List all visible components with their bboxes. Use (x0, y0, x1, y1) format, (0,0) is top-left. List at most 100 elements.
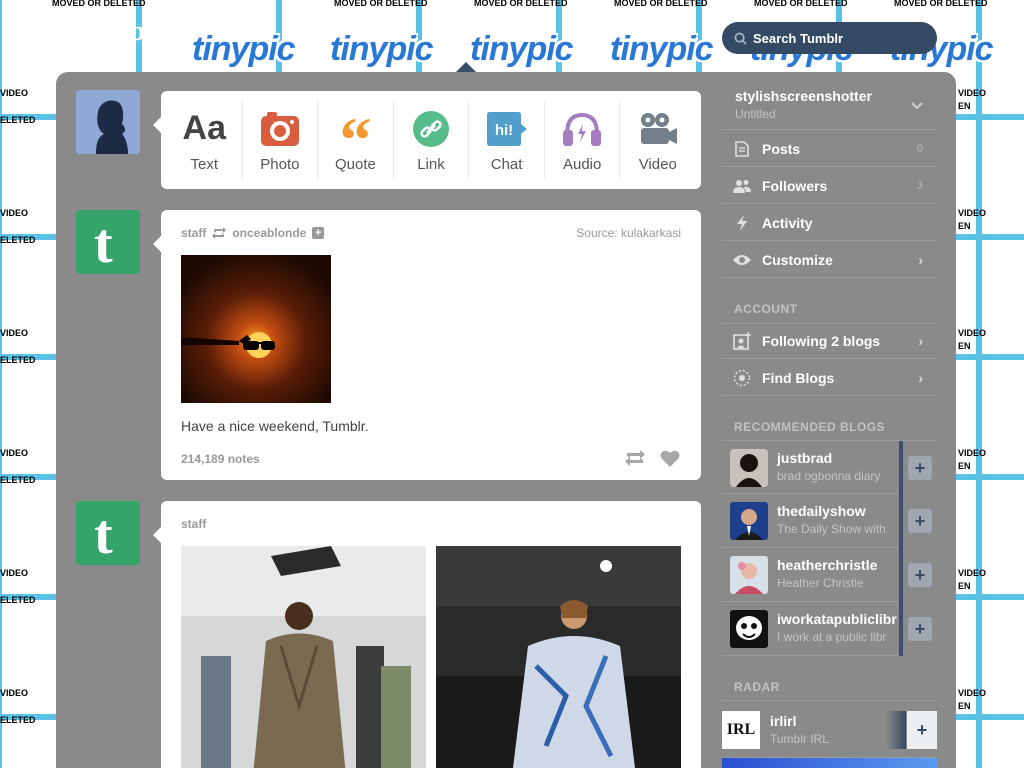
tile-text: VIDEO (0, 688, 29, 698)
svg-text:hi!: hi! (494, 122, 512, 139)
reblog-source-link[interactable]: onceablonde (232, 226, 306, 240)
post-type-quote-button[interactable]: “ Quote (318, 101, 394, 179)
follow-button[interactable]: + (899, 548, 937, 602)
radar-blog[interactable]: IRL irlirl Tumblr IRL + (722, 700, 937, 758)
follow-button[interactable]: + (907, 711, 937, 749)
tile-text: VIDEO (0, 568, 29, 578)
reblog-button[interactable] (624, 449, 646, 467)
card-pointer (153, 117, 161, 133)
tile-text: ELETED (0, 475, 36, 485)
tile-text: VIDEO (0, 328, 29, 338)
video-camera-icon (639, 108, 677, 150)
follow-button[interactable]: + (899, 602, 937, 656)
source-link[interactable]: kulakarkasi (621, 226, 681, 240)
follow-button[interactable]: + (899, 441, 937, 495)
quote-icon: “ (339, 103, 372, 175)
tile-text: MOVED OR DELETED (754, 0, 848, 8)
post-type-label: Quote (335, 155, 376, 173)
tile-text: ELETED (0, 355, 36, 365)
sidebar-item-followers[interactable]: Followers 3 (722, 168, 937, 204)
followers-count: 3 (916, 179, 923, 192)
blog-avatar (730, 502, 768, 540)
post-header: staff onceablonde + (181, 226, 325, 240)
recommended-blog[interactable]: heatherchristle Heather Christle + (722, 548, 937, 602)
blog-name: stylishscreenshotter (735, 88, 872, 104)
post-source[interactable]: Source: kulakarkasi (576, 226, 681, 240)
like-heart-icon[interactable] (660, 449, 680, 467)
sidebar-item-label: Activity (762, 214, 813, 231)
follow-button[interactable]: + (899, 494, 937, 548)
fade-gradient (886, 711, 906, 749)
card-pointer (153, 236, 161, 252)
blog-title: The Daily Show with (777, 522, 886, 536)
recommended-blog[interactable]: thedailyshow The Daily Show with + (722, 494, 937, 548)
tile-text: ELETED (0, 235, 36, 245)
post-card: staff onceablonde + Source: kulakarkasi … (153, 210, 701, 480)
blog-title: Untitled (735, 107, 776, 121)
sidebar-item-label: Customize (762, 251, 833, 268)
recommended-blog[interactable]: iworkatapubliclibr I work at a public li… (722, 602, 937, 656)
notes-count[interactable]: 214,189 notes (181, 452, 260, 466)
radar-blog-logo: IRL (722, 711, 760, 749)
chevron-right-icon: › (918, 369, 923, 386)
blog-name: justbrad (777, 450, 833, 466)
user-avatar[interactable] (76, 90, 140, 154)
sidebar-item-find-blogs[interactable]: Find Blogs › (722, 360, 937, 396)
blog-title: brad ogbonna diary (777, 469, 881, 483)
blog-title: Tumblr IRL (770, 732, 829, 746)
plus-icon: + (908, 563, 932, 587)
post-type-audio-button[interactable]: Audio (545, 101, 621, 179)
tile-text: ELETED (0, 715, 36, 725)
staff-avatar[interactable]: t (76, 210, 140, 274)
search-icon (734, 31, 747, 45)
tile-text: MOVED OR DELETED (52, 0, 146, 8)
post-author-link[interactable]: staff (181, 517, 206, 531)
post-type-link-button[interactable]: Link (394, 101, 470, 179)
sidebar-item-label: Find Blogs (762, 369, 835, 386)
header-caret (456, 62, 476, 72)
post-type-photo-button[interactable]: Photo (243, 101, 319, 179)
tile-text: VIDEO (0, 208, 29, 218)
post-photo[interactable] (181, 255, 331, 403)
follow-plus-icon[interactable]: + (312, 227, 325, 239)
post-type-chat-button[interactable]: hi! Chat (469, 101, 545, 179)
blog-name: irlirl (770, 713, 797, 729)
tumblr-logo[interactable]: tumblr. (78, 16, 173, 48)
people-icon (732, 179, 752, 193)
tumblr-t-icon: t (94, 504, 113, 565)
tinypic-logo: tinypic (470, 30, 574, 68)
radar-image[interactable] (722, 758, 937, 768)
sidebar-item-posts[interactable]: Posts 0 (722, 131, 937, 167)
chat-icon: hi! (486, 108, 527, 150)
sidebar-item-following[interactable]: Following 2 blogs › (722, 323, 937, 359)
plus-icon: + (908, 509, 932, 533)
posts-count: 0 (916, 142, 923, 155)
tile-text: MOVED OR DELETED (614, 0, 708, 8)
tile-text: VIDEO (958, 568, 987, 578)
post-photo[interactable] (436, 546, 681, 768)
tinypic-logo: tinypic (610, 30, 714, 68)
tile-text: EN (958, 101, 971, 111)
blog-name: heatherchristle (777, 557, 878, 573)
recommended-blog[interactable]: justbrad brad ogbonna diary + (722, 440, 937, 495)
post-type-video-button[interactable]: Video (620, 101, 695, 179)
tile-text: VIDEO (958, 328, 987, 338)
post-type-text-button[interactable]: Aa Text (167, 101, 243, 179)
sidebar-item-customize[interactable]: Customize › (722, 242, 937, 278)
post-photo[interactable] (181, 546, 426, 768)
post-author-link[interactable]: staff (181, 226, 206, 240)
tile-text: EN (958, 341, 971, 351)
blog-switcher[interactable]: stylishscreenshotter Untitled (722, 86, 937, 130)
sidebar-item-activity[interactable]: Activity (722, 205, 937, 241)
search-input[interactable] (753, 30, 923, 46)
plus-icon: + (908, 456, 932, 480)
staff-avatar[interactable]: t (76, 501, 140, 565)
source-label: Source: (576, 226, 618, 240)
tumblr-t-icon: t (94, 213, 113, 274)
tile-text: EN (958, 581, 971, 591)
recommended-section-title: RECOMMENDED BLOGS (734, 420, 886, 434)
tile-text: EN (958, 461, 971, 471)
blog-avatar (730, 556, 768, 594)
post-caption: Have a nice weekend, Tumblr. (181, 418, 369, 434)
search-bar[interactable] (722, 22, 937, 54)
